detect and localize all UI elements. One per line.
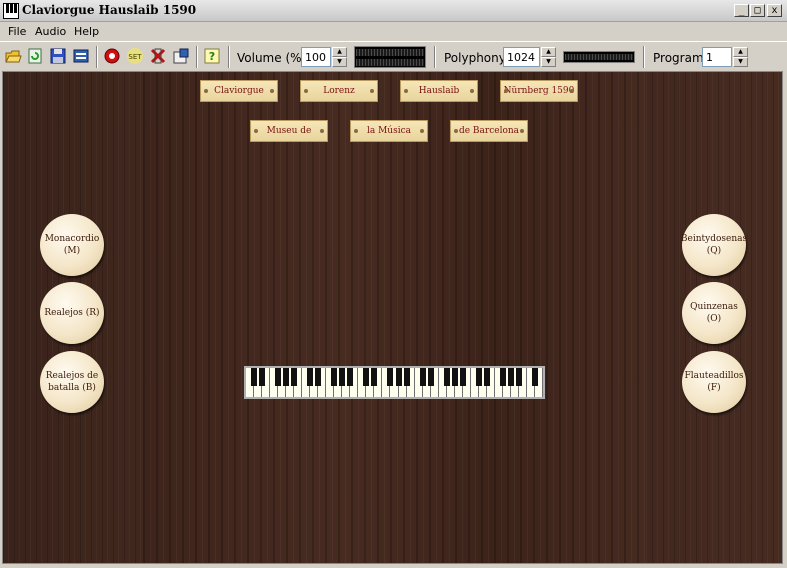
black-key[interactable] bbox=[363, 368, 370, 386]
menu-file[interactable]: File bbox=[8, 25, 26, 38]
svg-text:SET: SET bbox=[128, 53, 142, 61]
black-key[interactable] bbox=[443, 368, 450, 386]
toolbar-separator bbox=[228, 46, 230, 68]
spin-down-icon[interactable]: ▼ bbox=[733, 57, 748, 67]
record-icon[interactable] bbox=[103, 47, 121, 65]
spin-up-icon[interactable]: ▲ bbox=[733, 47, 748, 57]
toolbar-separator bbox=[196, 46, 198, 68]
help-icon[interactable]: ? bbox=[203, 47, 221, 65]
label-museu: Museu de bbox=[250, 120, 328, 142]
properties-icon[interactable] bbox=[72, 47, 90, 65]
black-key[interactable] bbox=[339, 368, 346, 386]
maximize-button[interactable]: □ bbox=[750, 4, 765, 17]
label-musica: la Música bbox=[350, 120, 428, 142]
toolbar-separator bbox=[434, 46, 436, 68]
black-key[interactable] bbox=[315, 368, 322, 386]
toolbar-separator bbox=[96, 46, 98, 68]
toolbar: SET ? Volume (%): 100 ▲ ▼ Polyphony: 102… bbox=[0, 41, 787, 71]
black-key[interactable] bbox=[331, 368, 338, 386]
menu-bar: File Audio Help bbox=[0, 22, 787, 41]
polyphony-meter bbox=[563, 51, 635, 63]
label-lorenz: Lorenz bbox=[300, 80, 378, 102]
label-nurnberg: Nürnberg 1590 bbox=[500, 80, 578, 102]
black-key[interactable] bbox=[307, 368, 314, 386]
label-claviorgue: Claviorgue bbox=[200, 80, 278, 102]
black-key[interactable] bbox=[515, 368, 522, 386]
spin-up-icon[interactable]: ▲ bbox=[541, 47, 556, 57]
black-key[interactable] bbox=[403, 368, 410, 386]
volume-label: Volume (%): bbox=[237, 51, 311, 65]
spin-down-icon[interactable]: ▼ bbox=[332, 57, 347, 67]
spin-down-icon[interactable]: ▼ bbox=[541, 57, 556, 67]
black-key[interactable] bbox=[251, 368, 258, 386]
minimize-button[interactable]: _ bbox=[734, 4, 749, 17]
black-key[interactable] bbox=[427, 368, 434, 386]
settings-icon[interactable] bbox=[172, 47, 190, 65]
black-key[interactable] bbox=[283, 368, 290, 386]
label-hauslaib: Hauslaib bbox=[400, 80, 478, 102]
black-key[interactable] bbox=[275, 368, 282, 386]
black-key[interactable] bbox=[483, 368, 490, 386]
black-key[interactable] bbox=[259, 368, 266, 386]
black-key[interactable] bbox=[387, 368, 394, 386]
program-input[interactable]: 1 bbox=[702, 47, 732, 67]
black-key[interactable] bbox=[395, 368, 402, 386]
black-key[interactable] bbox=[507, 368, 514, 386]
app-keyboard-icon bbox=[3, 3, 19, 19]
panic-icon[interactable] bbox=[149, 47, 167, 65]
svg-text:?: ? bbox=[209, 50, 215, 63]
black-key[interactable] bbox=[347, 368, 354, 386]
label-barcelona: de Barcelona bbox=[450, 120, 528, 142]
black-key[interactable] bbox=[531, 368, 538, 386]
window-title: Claviorgue Hauslaib 1590 bbox=[22, 3, 197, 17]
menu-help[interactable]: Help bbox=[74, 25, 99, 38]
title-bar: Claviorgue Hauslaib 1590 _ □ x bbox=[0, 0, 787, 22]
black-key[interactable] bbox=[499, 368, 506, 386]
set-icon[interactable]: SET bbox=[126, 47, 144, 65]
stop-realejos[interactable]: Realejos (R) bbox=[40, 282, 104, 344]
program-label: Program: bbox=[653, 51, 708, 65]
reload-icon[interactable] bbox=[26, 47, 44, 65]
center-wood-panel bbox=[143, 72, 645, 563]
toolbar-separator bbox=[643, 46, 645, 68]
close-button[interactable]: x bbox=[767, 4, 782, 17]
program-stepper[interactable]: ▲ ▼ bbox=[733, 47, 748, 67]
menu-audio[interactable]: Audio bbox=[35, 25, 66, 38]
black-key[interactable] bbox=[371, 368, 378, 386]
volume-stepper[interactable]: ▲ ▼ bbox=[332, 47, 347, 67]
polyphony-stepper[interactable]: ▲ ▼ bbox=[541, 47, 556, 67]
black-key[interactable] bbox=[291, 368, 298, 386]
manual-keyboard[interactable] bbox=[244, 366, 545, 399]
volume-meter bbox=[354, 46, 426, 68]
stop-beintydosenas[interactable]: Beintydosenas (Q) bbox=[681, 214, 747, 276]
polyphony-input[interactable]: 1024 bbox=[503, 47, 540, 67]
organ-panel: Claviorgue Lorenz Hauslaib Nürnberg 1590… bbox=[2, 71, 783, 564]
stop-quinzenas[interactable]: Quinzenas (O) bbox=[682, 282, 746, 344]
spin-up-icon[interactable]: ▲ bbox=[332, 47, 347, 57]
stop-flauteadillos[interactable]: Flauteadillos (F) bbox=[682, 351, 746, 413]
stop-realejos-batalla[interactable]: Realejos de batalla (B) bbox=[40, 351, 104, 413]
stop-monacordio[interactable]: Monacordio (M) bbox=[40, 214, 104, 276]
black-key[interactable] bbox=[451, 368, 458, 386]
open-icon[interactable] bbox=[4, 47, 22, 65]
black-key[interactable] bbox=[419, 368, 426, 386]
polyphony-label: Polyphony: bbox=[444, 51, 510, 65]
save-icon[interactable] bbox=[49, 47, 67, 65]
black-key[interactable] bbox=[475, 368, 482, 386]
black-key[interactable] bbox=[459, 368, 466, 386]
volume-input[interactable]: 100 bbox=[301, 47, 331, 67]
